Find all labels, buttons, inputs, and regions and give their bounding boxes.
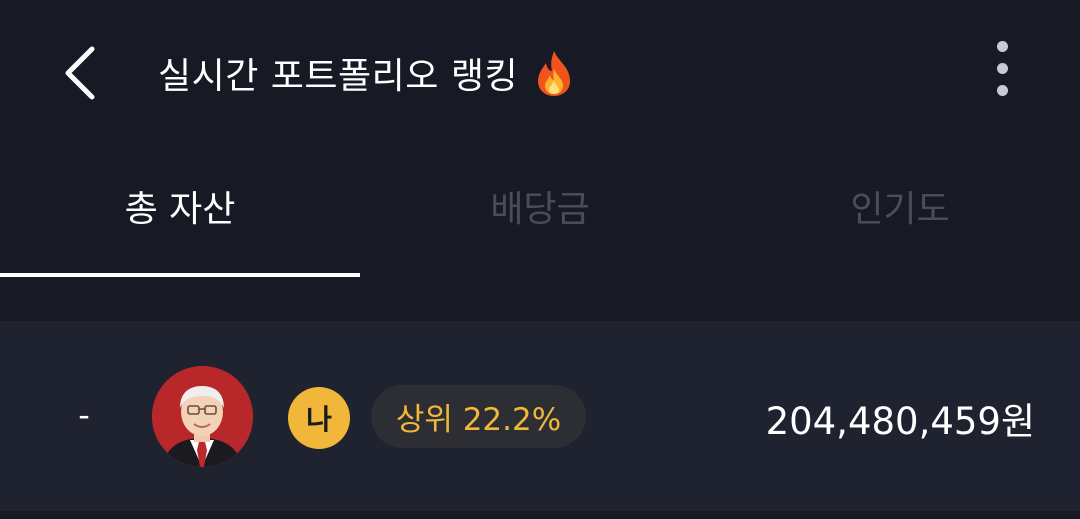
fire-icon <box>538 51 571 96</box>
percentile-badge: 상위 22.2% <box>371 385 586 448</box>
more-vertical-icon <box>996 40 1008 52</box>
tab-popularity[interactable]: 인기도 <box>720 145 1080 277</box>
tab-total-assets[interactable]: 총 자산 <box>0 145 360 277</box>
more-options-button[interactable] <box>975 33 1029 103</box>
me-badge: 나 <box>288 387 350 449</box>
back-button[interactable] <box>50 38 110 108</box>
bottom-divider <box>0 511 1080 519</box>
app-header: 실시간 포트폴리오 랭킹 <box>0 0 1080 145</box>
more-vertical-icon-dot <box>996 84 1008 96</box>
title-group: 실시간 포트폴리오 랭킹 <box>158 45 576 101</box>
more-vertical-icon-dot <box>996 62 1008 74</box>
total-asset-amount: 204,480,459원 <box>765 400 1035 443</box>
avatar[interactable] <box>152 366 253 467</box>
investor-portrait-avatar <box>152 366 253 467</box>
ranking-tabs: 총 자산 배당금 인기도 <box>0 145 1080 277</box>
rank-value: - <box>78 396 90 434</box>
page-title: 실시간 포트폴리오 랭킹 <box>158 56 519 97</box>
chevron-left-icon <box>65 46 95 100</box>
tab-dividends[interactable]: 배당금 <box>360 145 720 277</box>
